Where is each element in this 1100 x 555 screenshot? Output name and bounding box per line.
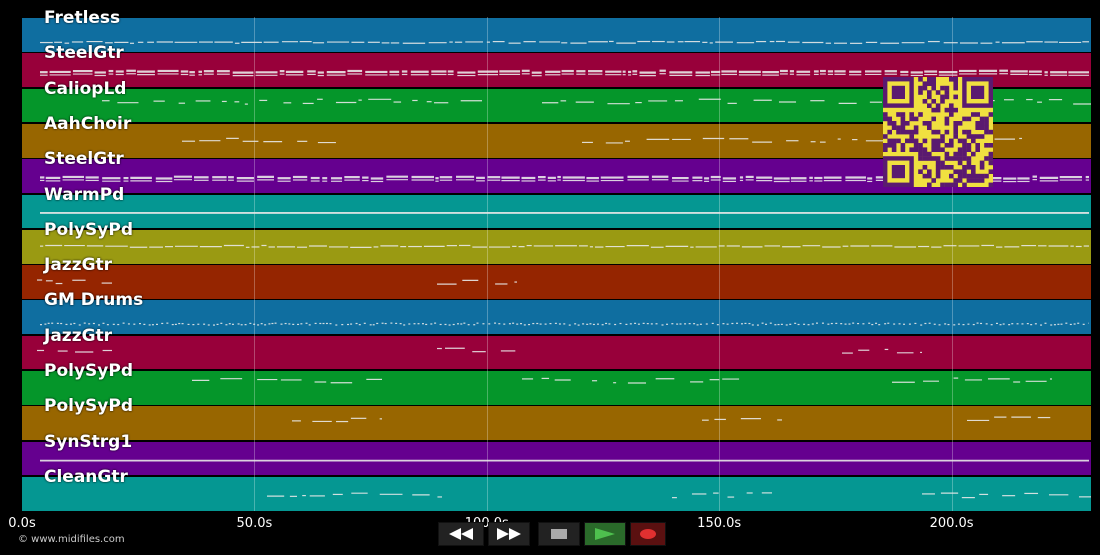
copyright-text: © www.midifiles.com xyxy=(18,534,125,545)
stop-icon xyxy=(551,529,567,539)
track-label: PolySyPd xyxy=(44,396,134,417)
note-stroke xyxy=(40,40,1089,44)
track-label: PolySyPd xyxy=(44,219,134,240)
track-label: PolySyPd xyxy=(44,361,134,381)
qr-code-icon xyxy=(883,77,994,188)
play-icon xyxy=(595,528,615,540)
time-tick-label: 150.0s xyxy=(697,516,742,531)
time-tick-label: 200.0s xyxy=(929,516,974,531)
track-label: JazzGtr xyxy=(44,255,113,276)
note-stroke xyxy=(40,69,1089,77)
rewind-button[interactable] xyxy=(438,522,484,546)
play-button[interactable] xyxy=(584,522,626,546)
time-tick-label: 50.0s xyxy=(236,516,273,531)
fast-forward-icon xyxy=(497,528,521,540)
track-label: WarmPd xyxy=(44,184,125,205)
note-stroke xyxy=(292,416,1051,423)
fast-forward-button[interactable] xyxy=(488,522,530,546)
note-stroke xyxy=(40,322,1089,326)
rewind-icon xyxy=(449,528,473,540)
track-label: AahChoir xyxy=(44,113,132,134)
stop-button[interactable] xyxy=(538,522,580,546)
track-label: SynStrg1 xyxy=(44,431,133,452)
record-icon xyxy=(640,529,656,539)
track-label: CaliopLd xyxy=(44,78,127,99)
track-label: GM Drums xyxy=(44,290,144,311)
note-stroke xyxy=(267,492,1091,499)
note-stroke xyxy=(40,244,1089,248)
note-stroke xyxy=(37,347,922,354)
track-label: SteelGtr xyxy=(44,149,124,170)
transport-controls xyxy=(438,522,666,546)
note-stroke xyxy=(37,279,517,285)
track-label: CleanGtr xyxy=(44,466,128,487)
note-stroke xyxy=(192,377,1052,384)
track-label: SteelGtr xyxy=(44,43,124,64)
record-button[interactable] xyxy=(630,522,666,546)
track-label: JazzGtr xyxy=(44,325,113,346)
track-label: Fretless xyxy=(44,8,121,28)
time-tick-label: 0.0s xyxy=(8,516,36,531)
